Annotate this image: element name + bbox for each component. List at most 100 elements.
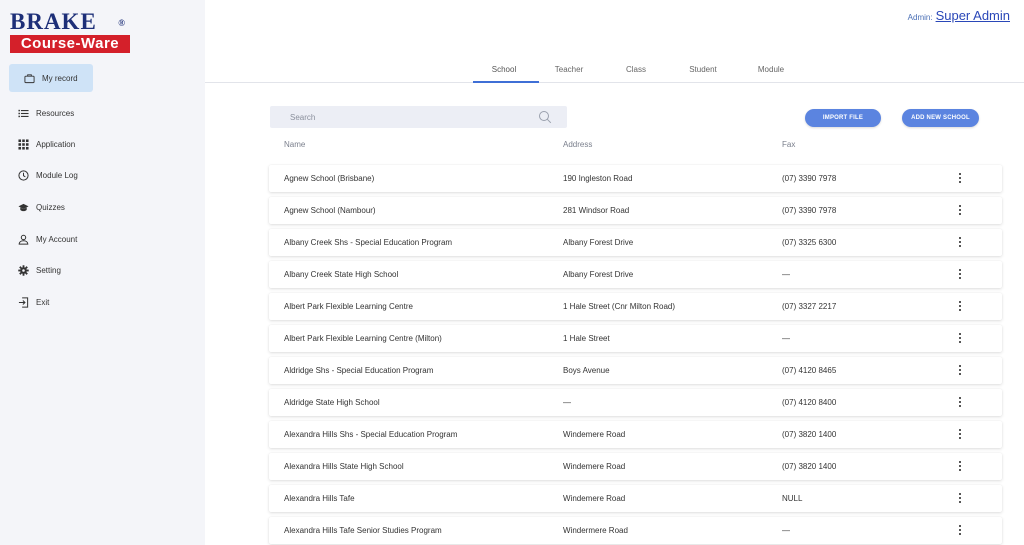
column-header-fax[interactable]: Fax bbox=[782, 140, 795, 149]
cell-fax: (07) 3820 1400 bbox=[782, 462, 837, 471]
sidebar-item-exit[interactable]: Exit bbox=[18, 294, 49, 310]
table-row[interactable]: Agnew School (Brisbane) 190 Ingleston Roa… bbox=[269, 165, 1002, 192]
more-options-icon[interactable] bbox=[956, 171, 964, 185]
tab-teacher[interactable]: Teacher bbox=[551, 65, 587, 74]
cell-address: 190 Ingleston Road bbox=[563, 174, 633, 183]
more-options-icon[interactable] bbox=[956, 331, 964, 345]
cell-address: Albany Forest Drive bbox=[563, 238, 634, 247]
briefcase-icon bbox=[24, 73, 35, 84]
sidebar-item-setting[interactable]: Setting bbox=[18, 262, 61, 278]
cell-address: Windermere Road bbox=[563, 526, 628, 535]
logo-brand-top: BRAKE ® bbox=[10, 9, 126, 34]
admin-name-link[interactable]: Super Admin bbox=[936, 8, 1010, 23]
sidebar-item-label: Module Log bbox=[36, 170, 78, 180]
sidebar-item-quizzes[interactable]: Quizzes bbox=[18, 199, 65, 215]
active-tab-indicator bbox=[473, 81, 539, 83]
import-file-button[interactable]: IMPORT FILE bbox=[805, 109, 881, 127]
search-input[interactable] bbox=[290, 112, 530, 122]
more-options-icon[interactable] bbox=[956, 491, 964, 505]
sidebar-item-application[interactable]: Application bbox=[18, 136, 75, 152]
table-row[interactable]: Albert Park Flexible Learning Centre (Mi… bbox=[269, 325, 1002, 352]
column-header-address[interactable]: Address bbox=[563, 140, 592, 149]
cell-fax: — bbox=[782, 526, 790, 535]
cell-name: Albert Park Flexible Learning Centre (Mi… bbox=[284, 334, 442, 343]
tab-student[interactable]: Student bbox=[686, 65, 720, 74]
sidebar-item-label: Exit bbox=[36, 297, 50, 307]
cell-fax: (07) 4120 8465 bbox=[782, 366, 837, 375]
admin-indicator: Admin: Super Admin bbox=[908, 8, 1010, 23]
table-row[interactable]: Alexandra Hills State High School Windeme… bbox=[269, 453, 1002, 480]
table-row[interactable]: Alexandra Hills Tafe Windemere Road NULL bbox=[269, 485, 1002, 512]
cell-address: 1 Hale Street (Cnr Milton Road) bbox=[563, 302, 676, 311]
cell-fax: (07) 3820 1400 bbox=[782, 430, 837, 439]
cell-name: Albany Creek State High School bbox=[284, 270, 399, 279]
cell-address: Albany Forest Drive bbox=[563, 270, 634, 279]
cell-address: Windemere Road bbox=[563, 494, 626, 503]
cell-fax: NULL bbox=[782, 494, 803, 503]
cell-name: Aldridge State High School bbox=[284, 398, 380, 407]
tab-class[interactable]: Class bbox=[622, 65, 650, 74]
tab-school[interactable]: School bbox=[489, 65, 519, 74]
table-row[interactable]: Albany Creek Shs - Special Education Pro… bbox=[269, 229, 1002, 256]
cell-name: Aldridge Shs - Special Education Program bbox=[284, 366, 434, 375]
gear-icon bbox=[18, 264, 29, 276]
column-header-name[interactable]: Name bbox=[284, 140, 305, 149]
cell-name: Alexandra Hills Tafe Senior Studies Prog… bbox=[284, 526, 442, 535]
tab-module[interactable]: Module bbox=[754, 65, 788, 74]
cell-address: — bbox=[563, 398, 571, 407]
table-row[interactable]: Alexandra Hills Tafe Senior Studies Prog… bbox=[269, 517, 1002, 544]
more-options-icon[interactable] bbox=[956, 267, 964, 281]
user-icon bbox=[18, 234, 29, 245]
cell-name: Agnew School (Nambour) bbox=[284, 206, 376, 215]
brake-courseware-logo[interactable]: BRAKE ® Course-Ware bbox=[10, 10, 132, 54]
cell-name: Agnew School (Brisbane) bbox=[284, 174, 375, 183]
cell-name: Albert Park Flexible Learning Centre bbox=[284, 302, 413, 311]
cell-address: 1 Hale Street bbox=[563, 334, 610, 343]
more-options-icon[interactable] bbox=[956, 363, 964, 377]
sidebar-item-module-log[interactable]: Module Log bbox=[18, 167, 78, 183]
more-options-icon[interactable] bbox=[956, 235, 964, 249]
more-options-icon[interactable] bbox=[956, 299, 964, 313]
cell-name: Alexandra Hills Shs - Special Education … bbox=[284, 430, 458, 439]
cell-fax: — bbox=[782, 334, 790, 343]
add-new-school-button[interactable]: ADD NEW SCHOOL bbox=[902, 109, 979, 127]
search-icon[interactable] bbox=[538, 110, 552, 124]
sidebar-item-label: Resources bbox=[36, 108, 75, 118]
registered-mark: ® bbox=[118, 18, 126, 28]
sidebar-item-label: My record bbox=[42, 73, 78, 83]
cell-name: Alexandra Hills State High School bbox=[284, 462, 404, 471]
more-options-icon[interactable] bbox=[956, 427, 964, 441]
sidebar-item-my-record[interactable]: My record bbox=[9, 64, 93, 92]
sidebar-item-label: Quizzes bbox=[36, 202, 65, 212]
cell-fax: (07) 3390 7978 bbox=[782, 174, 837, 183]
sidebar-item-label: Setting bbox=[36, 265, 61, 275]
table-row[interactable]: Albany Creek State High School Albany For… bbox=[269, 261, 1002, 288]
list-icon bbox=[18, 108, 29, 119]
graduation-cap-icon bbox=[18, 202, 29, 213]
sidebar-item-label: Application bbox=[36, 139, 76, 149]
cell-address: Windemere Road bbox=[563, 430, 626, 439]
table-row[interactable]: Aldridge State High School — (07) 4120 840… bbox=[269, 389, 1002, 416]
search-box bbox=[270, 106, 567, 128]
sidebar: BRAKE ® Course-Ware My record Resources A… bbox=[0, 0, 205, 545]
cell-fax: (07) 4120 8400 bbox=[782, 398, 837, 407]
table-row[interactable]: Albert Park Flexible Learning Centre 1 Ha… bbox=[269, 293, 1002, 320]
cell-address: 281 Windsor Road bbox=[563, 206, 630, 215]
sidebar-item-my-account[interactable]: My Account bbox=[18, 231, 77, 247]
clock-icon bbox=[18, 169, 29, 181]
cell-fax: (07) 3327 2217 bbox=[782, 302, 837, 311]
table-row[interactable]: Agnew School (Nambour) 281 Windsor Road (0… bbox=[269, 197, 1002, 224]
cell-address: Boys Avenue bbox=[563, 366, 610, 375]
exit-icon bbox=[18, 296, 29, 308]
cell-address: Windemere Road bbox=[563, 462, 626, 471]
more-options-icon[interactable] bbox=[956, 203, 964, 217]
table-row[interactable]: Alexandra Hills Shs - Special Education … bbox=[269, 421, 1002, 448]
logo-brand-bottom: Course-Ware bbox=[10, 35, 130, 53]
sidebar-item-resources[interactable]: Resources bbox=[18, 105, 74, 121]
sidebar-item-label: My Account bbox=[36, 234, 78, 244]
grid-icon bbox=[18, 138, 29, 150]
more-options-icon[interactable] bbox=[956, 523, 964, 537]
table-row[interactable]: Aldridge Shs - Special Education Program… bbox=[269, 357, 1002, 384]
more-options-icon[interactable] bbox=[956, 459, 964, 473]
more-options-icon[interactable] bbox=[956, 395, 964, 409]
